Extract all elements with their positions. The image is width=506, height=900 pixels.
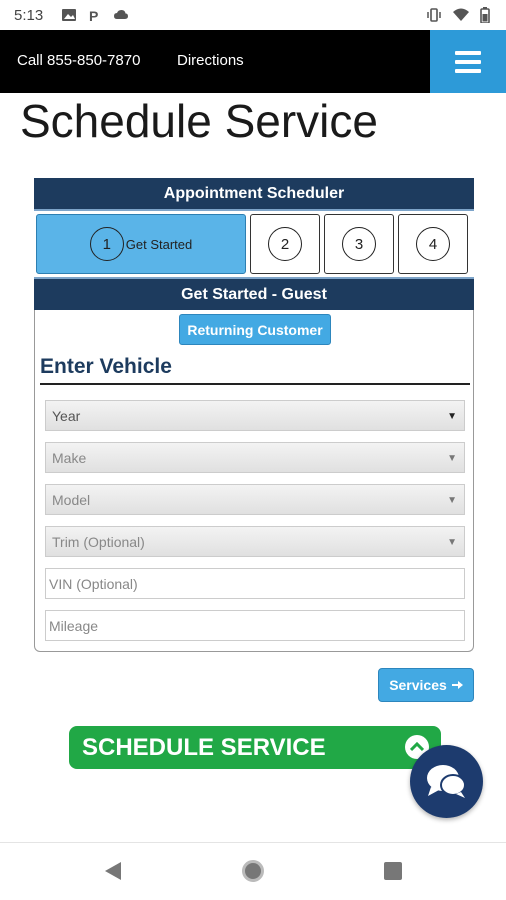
caret-down-icon: ▼ bbox=[447, 495, 457, 506]
page-title: Schedule Service bbox=[20, 95, 378, 147]
image-icon bbox=[62, 9, 77, 21]
returning-customer-button[interactable]: Returning Customer bbox=[179, 314, 331, 345]
chat-icon bbox=[426, 764, 466, 798]
svg-text:P: P bbox=[89, 8, 98, 22]
step-number: 4 bbox=[416, 227, 450, 261]
home-icon[interactable] bbox=[242, 860, 264, 882]
step-4[interactable]: 4 bbox=[398, 214, 468, 274]
step-3[interactable]: 3 bbox=[324, 214, 394, 274]
make-select-value: Make bbox=[52, 449, 87, 466]
chat-button[interactable] bbox=[410, 745, 483, 818]
vehicle-form: Returning Customer Enter Vehicle Year ▼ … bbox=[34, 310, 474, 652]
step-number: 2 bbox=[268, 227, 302, 261]
cloud-icon bbox=[114, 10, 129, 19]
mileage-placeholder: Mileage bbox=[49, 617, 99, 634]
divider bbox=[40, 383, 470, 385]
services-button-label: Services bbox=[389, 677, 447, 693]
model-select-value: Model bbox=[52, 491, 91, 508]
android-nav-bar bbox=[0, 842, 506, 900]
back-icon[interactable] bbox=[104, 861, 122, 881]
step-2[interactable]: 2 bbox=[250, 214, 320, 274]
trim-select[interactable]: Trim (Optional) ▼ bbox=[45, 526, 465, 557]
caret-down-icon: ▼ bbox=[447, 453, 457, 464]
model-select[interactable]: Model ▼ bbox=[45, 484, 465, 515]
recent-apps-icon[interactable] bbox=[384, 862, 402, 880]
status-bar: 5:13 P bbox=[0, 0, 506, 30]
menu-line bbox=[455, 68, 481, 73]
trim-select-value: Trim (Optional) bbox=[52, 533, 145, 550]
top-navbar: Call 855-850-7870 Directions bbox=[0, 30, 506, 93]
vin-input[interactable]: VIN (Optional) bbox=[45, 568, 465, 599]
status-time: 5:13 bbox=[14, 6, 44, 24]
directions-link[interactable]: Directions bbox=[177, 52, 244, 69]
caret-down-icon: ▼ bbox=[447, 411, 457, 422]
arrow-right-icon bbox=[451, 681, 463, 689]
step-1[interactable]: 1 Get Started bbox=[36, 214, 246, 274]
step-label: Get Started bbox=[125, 236, 193, 252]
services-button[interactable]: Services bbox=[378, 668, 474, 702]
parking-icon: P bbox=[89, 8, 98, 22]
vibrate-icon bbox=[427, 8, 441, 22]
year-select[interactable]: Year ▼ bbox=[45, 400, 465, 431]
step-number: 3 bbox=[342, 227, 376, 261]
step-number: 1 bbox=[89, 227, 124, 261]
mileage-input[interactable]: Mileage bbox=[45, 610, 465, 641]
hamburger-menu-button[interactable] bbox=[430, 30, 506, 93]
menu-line bbox=[455, 50, 481, 55]
section-title: Enter Vehicle bbox=[40, 355, 172, 378]
appointment-scheduler: Appointment Scheduler 1 Get Started 2 3 … bbox=[34, 178, 474, 652]
section-header: Get Started - Guest bbox=[34, 277, 474, 310]
battery-icon bbox=[480, 7, 490, 23]
step-indicator: 1 Get Started 2 3 4 bbox=[34, 211, 474, 277]
call-link[interactable]: Call 855-850-7870 bbox=[17, 52, 140, 69]
schedule-service-bar[interactable]: SCHEDULE SERVICE bbox=[69, 726, 441, 769]
wifi-icon bbox=[453, 8, 469, 21]
menu-line bbox=[455, 59, 481, 64]
make-select[interactable]: Make ▼ bbox=[45, 442, 465, 473]
scheduler-header: Appointment Scheduler bbox=[34, 178, 474, 211]
caret-down-icon: ▼ bbox=[447, 537, 457, 548]
vin-placeholder: VIN (Optional) bbox=[49, 575, 138, 592]
schedule-service-label: SCHEDULE SERVICE bbox=[82, 733, 326, 761]
year-select-value: Year bbox=[52, 407, 81, 424]
